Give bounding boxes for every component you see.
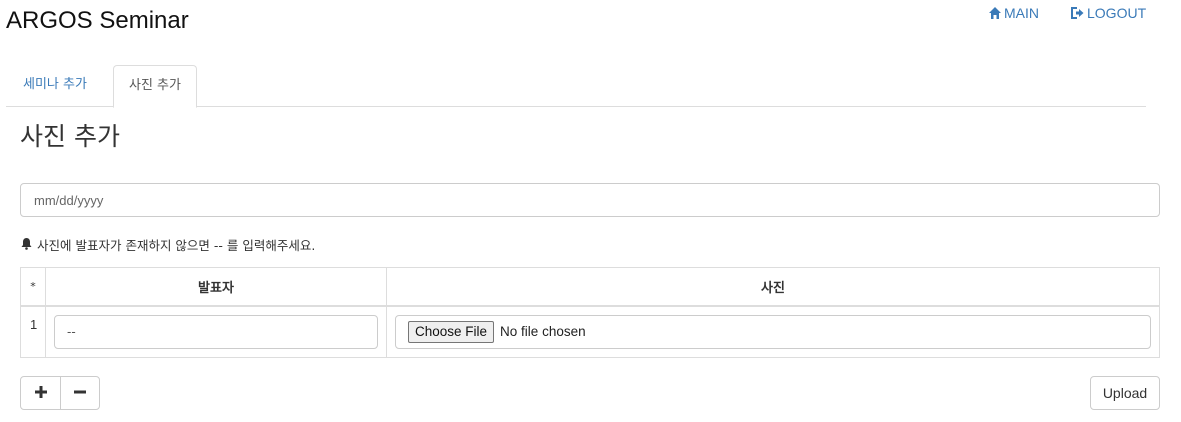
plus-icon — [34, 384, 48, 403]
table-header-row: * 발표자 사진 — [20, 267, 1160, 307]
logout-link-label: LOGOUT — [1087, 5, 1147, 21]
tab-add-photo[interactable]: 사진 추가 — [113, 65, 197, 108]
notice: 사진에 발표자가 존재하지 않으면 -- 를 입력해주세요. — [20, 237, 315, 255]
logout-link[interactable]: LOGOUT — [1069, 4, 1146, 22]
page: ARGOS Seminar MAIN LOGOUT 세미나 추가 사진 추가 사… — [0, 0, 1181, 422]
speaker-input[interactable] — [54, 314, 378, 349]
row-index: 1 — [20, 305, 46, 358]
table-row: 1 Choose File No file chosen — [20, 305, 1160, 358]
main-link-label: MAIN — [1004, 5, 1039, 21]
notice-text: 사진에 발표자가 존재하지 않으면 -- 를 입력해주세요. — [37, 238, 316, 253]
tab-add-seminar[interactable]: 세미나 추가 — [8, 65, 102, 107]
date-input[interactable] — [20, 183, 1160, 217]
add-row-button[interactable] — [20, 376, 61, 410]
main-link[interactable]: MAIN — [988, 4, 1039, 22]
remove-row-button[interactable] — [60, 376, 100, 410]
site-title: ARGOS Seminar — [6, 7, 189, 34]
file-input[interactable]: Choose File No file chosen — [395, 314, 1151, 349]
bell-icon — [20, 237, 37, 255]
upload-button[interactable]: Upload — [1090, 376, 1160, 410]
section-heading: 사진 추가 — [20, 122, 120, 151]
minus-icon — [73, 384, 87, 403]
tab-bar: 세미나 추가 사진 추가 — [6, 65, 1146, 108]
choose-file-button[interactable]: Choose File — [408, 320, 495, 343]
column-header-photo: 사진 — [386, 267, 1160, 307]
speaker-table: * 발표자 사진 1 Choose File No file chosen — [20, 267, 1160, 358]
column-header-index: * — [20, 267, 46, 307]
top-nav: MAIN LOGOUT — [988, 4, 1146, 22]
logout-icon — [1069, 6, 1087, 20]
photo-cell: Choose File No file chosen — [386, 305, 1160, 358]
file-status: No file chosen — [500, 324, 586, 339]
speaker-cell — [45, 305, 387, 358]
column-header-speaker: 발표자 — [45, 267, 387, 307]
home-icon — [988, 6, 1004, 20]
